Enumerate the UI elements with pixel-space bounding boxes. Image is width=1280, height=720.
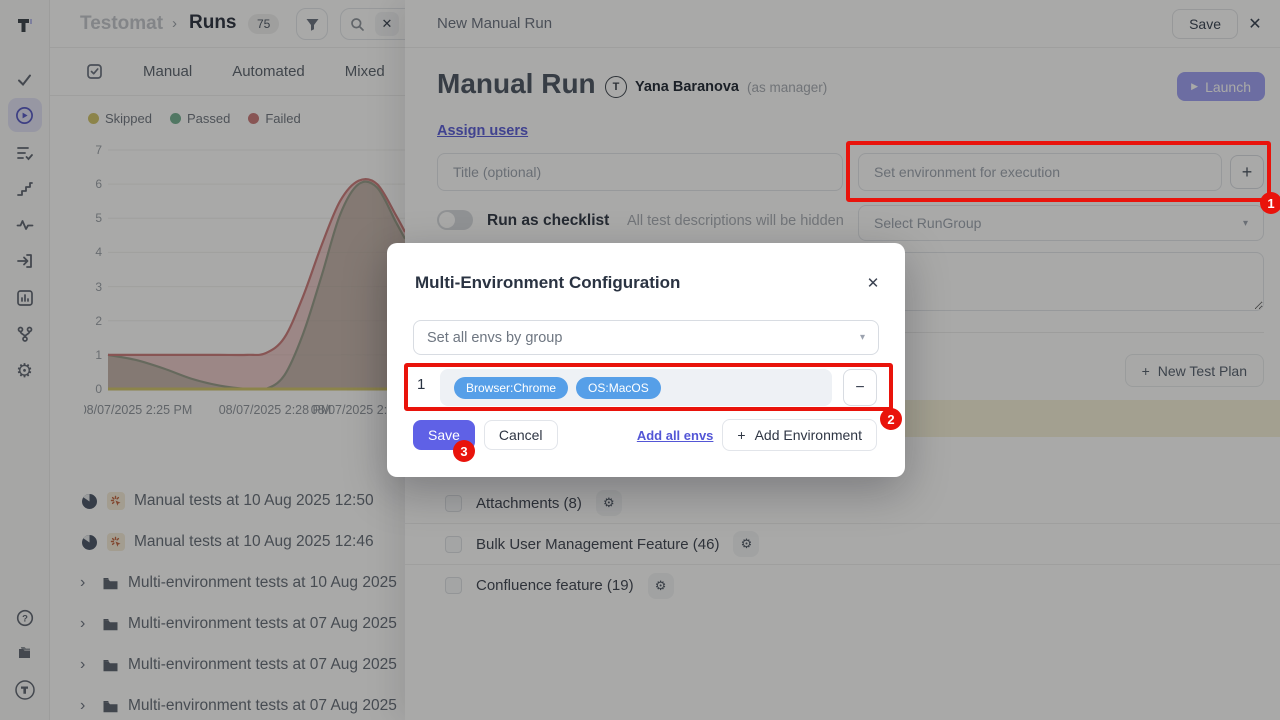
modal-cancel-button[interactable]: Cancel <box>484 420 558 450</box>
annotation-badge-3: 3 <box>453 440 475 462</box>
annotation-badge-1: 1 <box>1260 192 1280 214</box>
annotation-badge-2: 2 <box>880 408 902 430</box>
modal-close-icon[interactable]: ✕ <box>863 273 883 293</box>
annotation-box-2 <box>404 363 893 411</box>
annotation-box-1 <box>846 141 1271 202</box>
envs-group-value: Set all envs by group <box>427 330 562 346</box>
app-root: ⚙ ? Testomat › Runs 75 ✕ Man <box>0 0 1280 720</box>
add-environment-label: Add Environment <box>755 427 862 443</box>
plus-icon: + <box>737 427 745 443</box>
modal-title: Multi-Environment Configuration <box>415 273 680 293</box>
add-environment-button[interactable]: + Add Environment <box>722 419 877 451</box>
modal-footer: Save Cancel Add all envs + Add Environme… <box>413 419 877 451</box>
chevron-down-icon: ▾ <box>860 332 865 343</box>
add-all-envs-link[interactable]: Add all envs <box>637 428 714 443</box>
envs-group-select[interactable]: Set all envs by group ▾ <box>413 320 879 355</box>
